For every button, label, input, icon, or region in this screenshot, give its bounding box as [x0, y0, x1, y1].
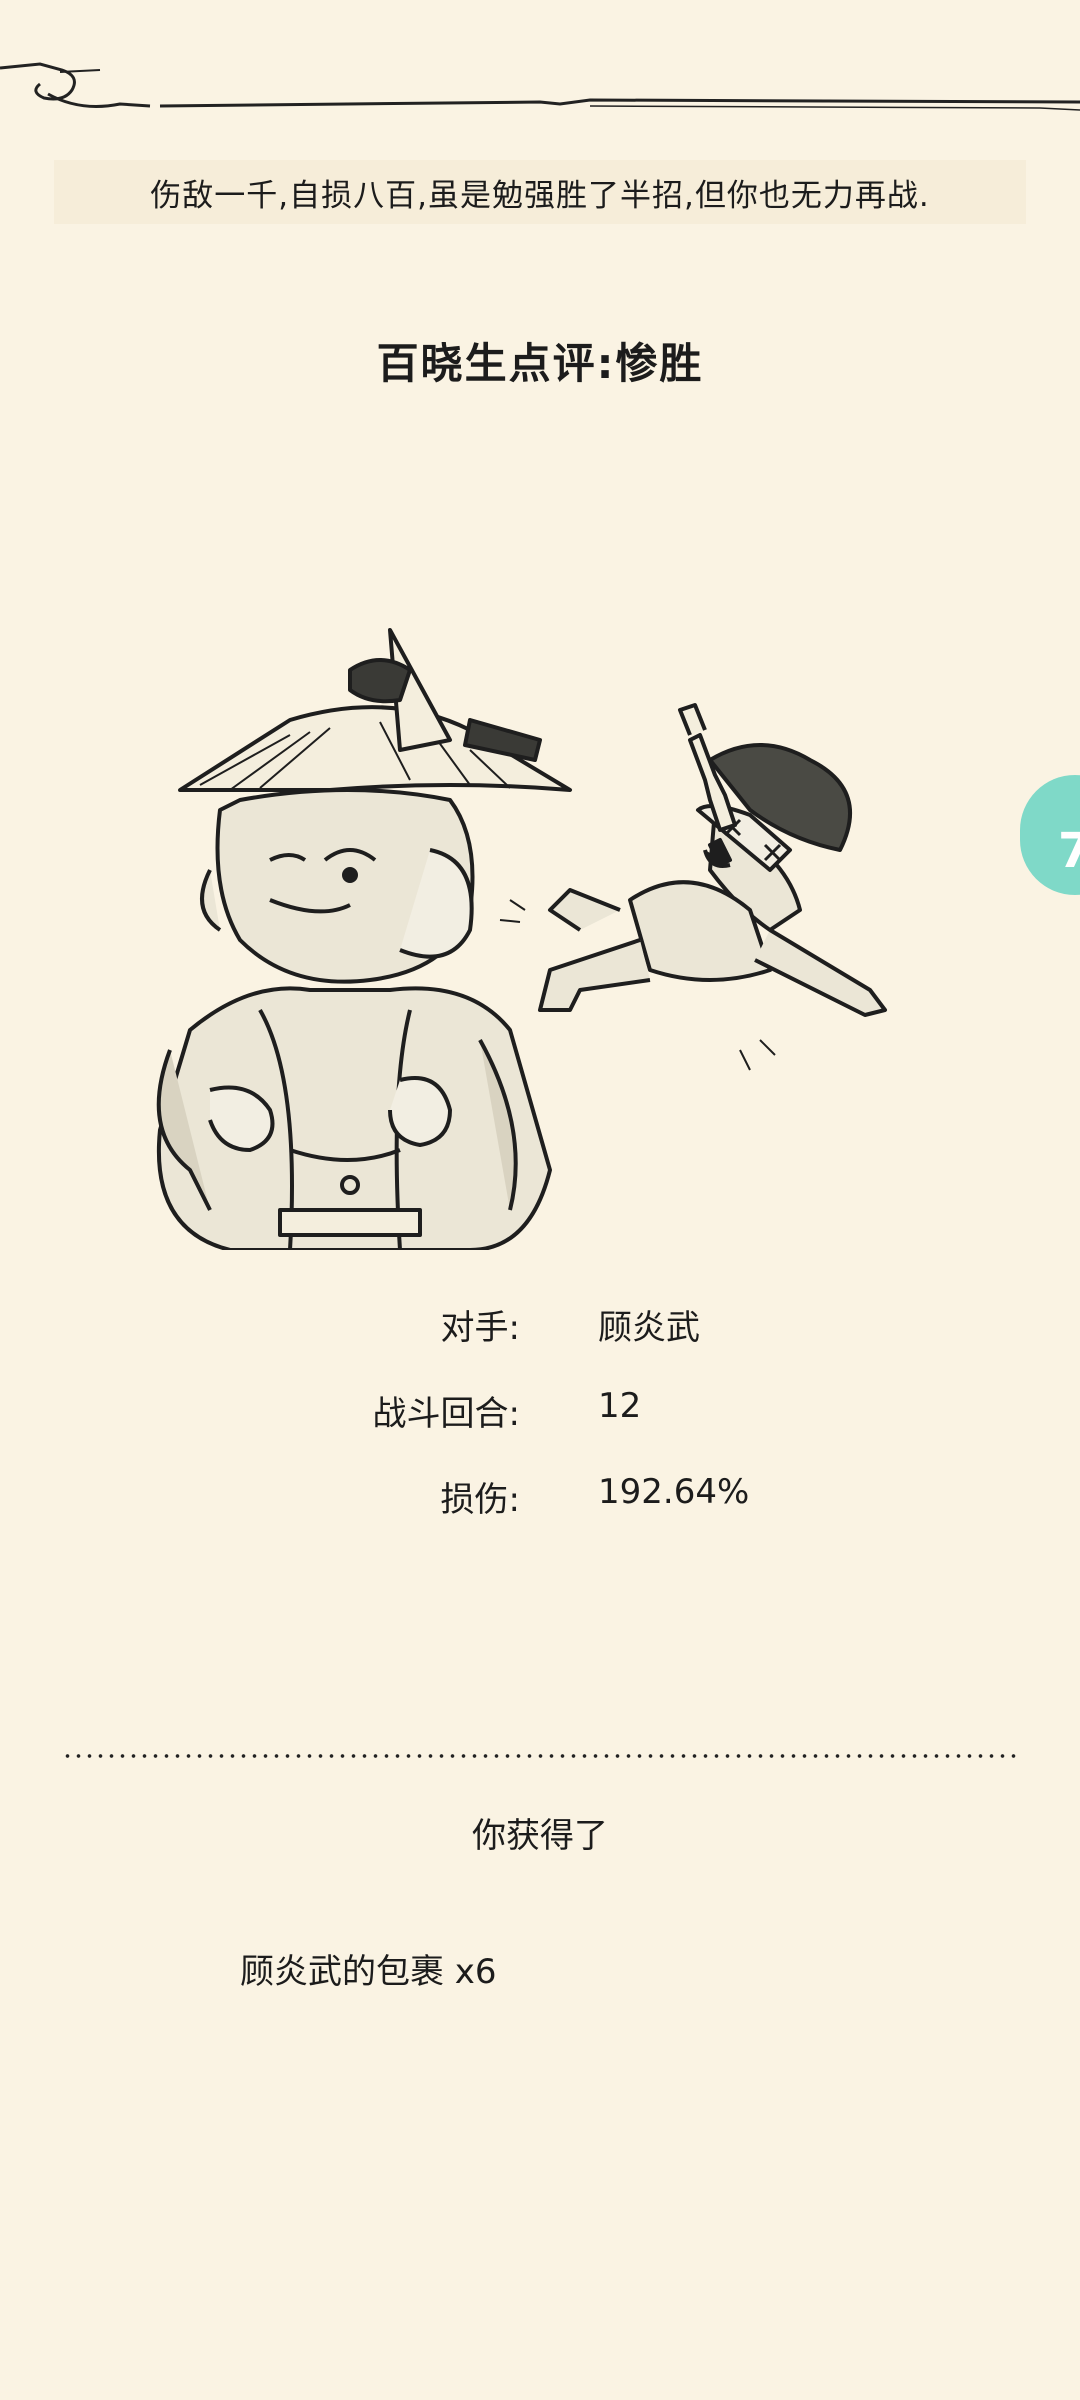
dotted-divider: [62, 1752, 1018, 1760]
stat-label: 战斗回合:: [372, 1394, 520, 1434]
floating-assistant-icon: 7: [1058, 823, 1080, 879]
stat-label: 对手:: [440, 1308, 520, 1348]
stat-label: 损伤:: [440, 1480, 520, 1520]
stat-row-rounds: 战斗回合: 12: [0, 1386, 1080, 1446]
victor-fighter-figure: [156, 628, 572, 1250]
defeated-fighter-figure: [499, 703, 887, 1071]
reward-heading: 你获得了: [472, 1816, 608, 1856]
stat-row-opponent: 对手: 顾炎武: [0, 1300, 1080, 1360]
stat-value: 12: [598, 1386, 642, 1426]
reward-item: 顾炎武的包裹 x6: [240, 1952, 497, 1992]
battle-summary: 伤敌一千,自损八百,虽是勉强胜了半招,但你也无力再战.: [54, 160, 1026, 224]
scroll-border-decoration: [0, 62, 1080, 111]
floating-assistant-button[interactable]: 7: [1020, 775, 1080, 895]
battle-illustration: [156, 628, 887, 1250]
stat-value: 顾炎武: [598, 1308, 700, 1348]
stat-value: 192.64%: [598, 1472, 750, 1512]
stat-row-damage: 损伤: 192.64%: [0, 1472, 1080, 1532]
page-title: 百晓生点评:惨胜: [376, 339, 704, 388]
